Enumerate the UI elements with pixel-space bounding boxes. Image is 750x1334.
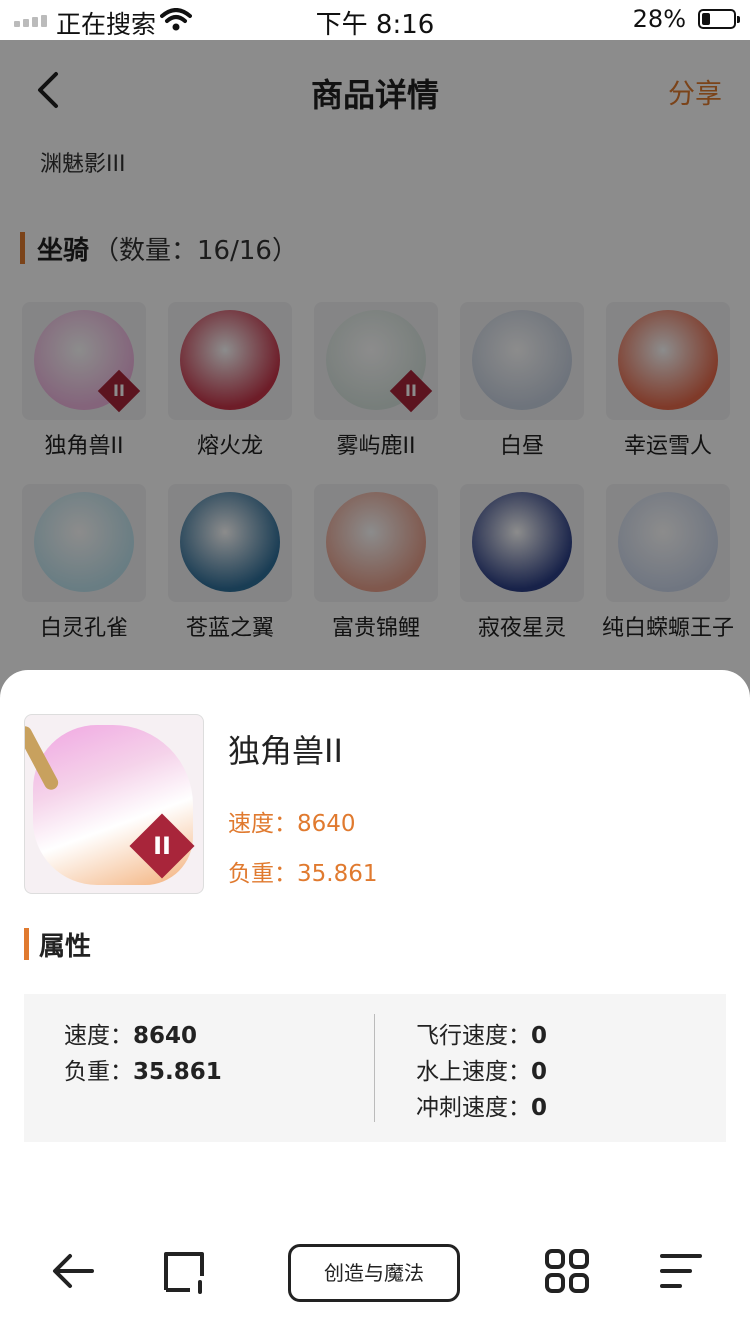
tier-badge: II [129,813,195,879]
section-accent-bar [24,928,29,960]
back-arrow-icon[interactable] [48,1246,98,1296]
bottom-toolbar: 创造与魔法 [0,1236,750,1316]
attr-divider [374,1014,375,1122]
attributes-header: 属性 [24,926,91,962]
detail-load: 负重：35.861 [228,861,378,887]
detail-thumbnail: II [24,714,204,894]
attr-dash-speed: 冲刺速度：0 [416,1095,548,1121]
attr-speed: 速度：8640 [64,1023,198,1049]
grid-icon[interactable] [542,1246,592,1296]
attributes-title: 属性 [39,931,92,962]
menu-icon[interactable] [656,1246,706,1296]
app-name-button[interactable]: 创造与魔法 [288,1244,460,1302]
attr-water-speed: 水上速度：0 [416,1059,548,1085]
battery-percent: 28% [632,5,686,33]
window-icon[interactable] [160,1246,210,1296]
status-bar: 正在搜索 下午 8:16 28% [0,0,750,40]
attr-fly-speed: 飞行速度：0 [416,1023,548,1049]
attr-load: 负重：35.861 [64,1059,222,1085]
battery-icon [698,9,740,29]
detail-speed: 速度：8640 [228,811,356,837]
detail-sheet: II 独角兽II 速度：8640 负重：35.861 属性 速度：8640 负重… [0,670,750,1334]
detail-name: 独角兽II [228,732,343,770]
attributes-panel: 速度：8640 负重：35.861 飞行速度：0 水上速度：0 冲刺速度：0 [24,994,726,1142]
